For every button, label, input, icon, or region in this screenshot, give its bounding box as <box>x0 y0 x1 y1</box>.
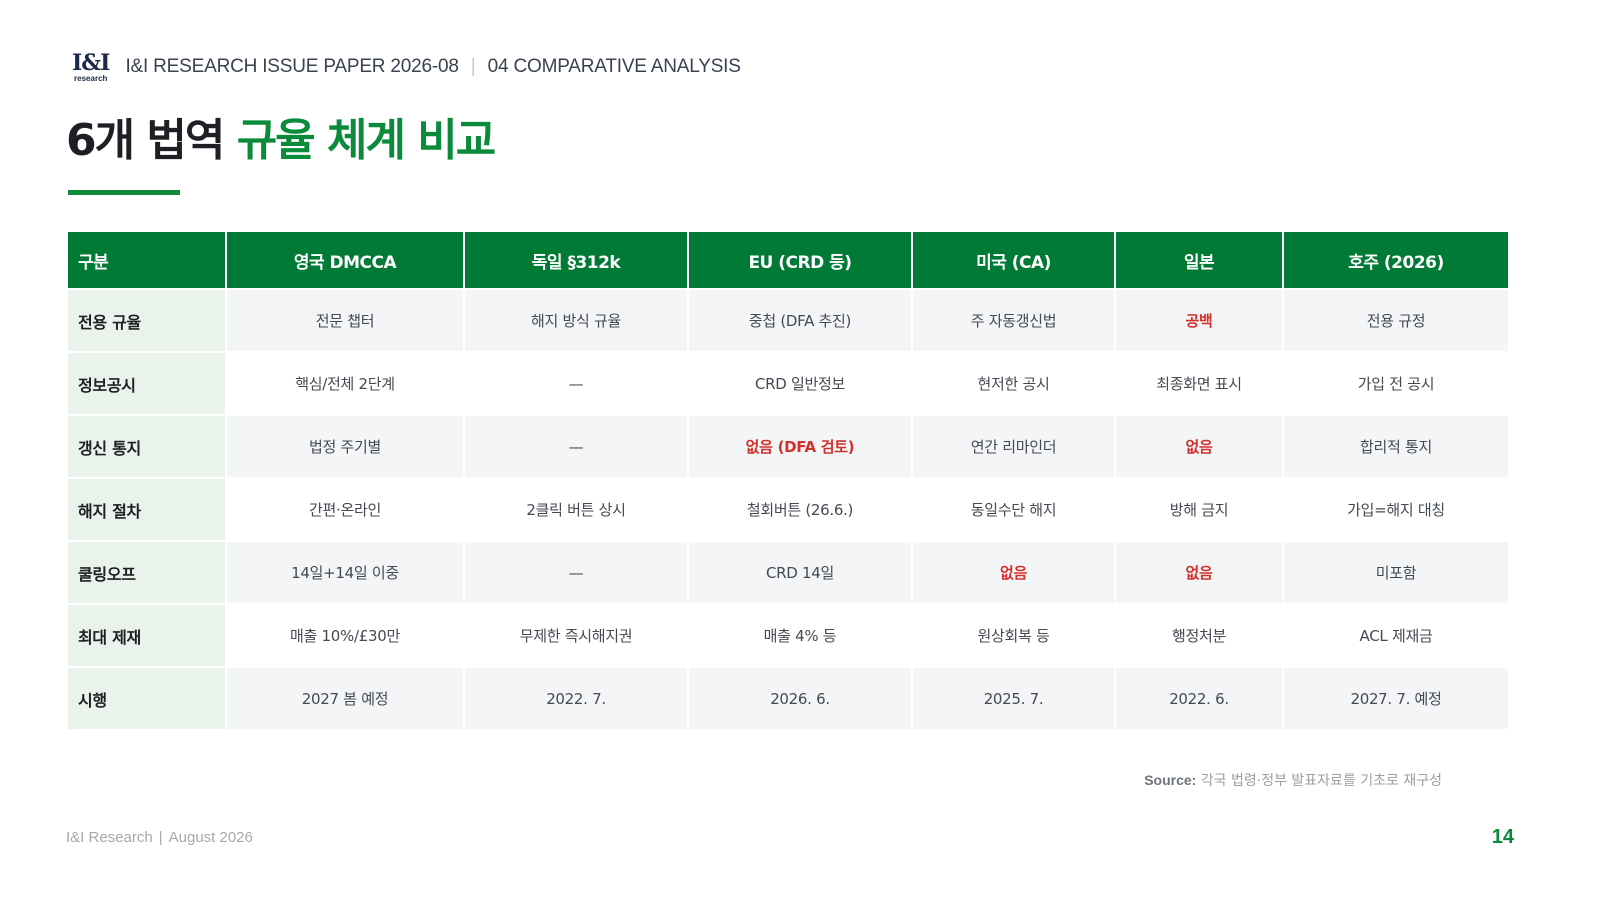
table-cell: 2027. 7. 예정 <box>1284 668 1508 729</box>
table-row: 쿨링오프 14일+14일 이중 — CRD 14일 없음 없음 미포함 <box>68 542 1508 603</box>
table-cell: 법정 주기별 <box>227 416 463 477</box>
table-cell: 2022. 7. <box>465 668 687 729</box>
table-cell: 14일+14일 이중 <box>227 542 463 603</box>
table-cell: CRD 일반정보 <box>689 353 911 414</box>
table-cell: 2클릭 버튼 상시 <box>465 479 687 540</box>
table-cell: 중첩 (DFA 추진) <box>689 290 911 351</box>
page-number: 14 <box>1491 826 1514 848</box>
table-cell: 합리적 통지 <box>1284 416 1508 477</box>
header-jurisdiction: 영국 DMCCA <box>227 232 463 288</box>
header-jurisdiction: 미국 (CA) <box>913 232 1114 288</box>
header-jurisdiction: 독일 §312k <box>465 232 687 288</box>
source-text: 각국 법령·정부 발표자료를 기초로 재구성 <box>1200 773 1442 789</box>
table-cell: 2026. 6. <box>689 668 911 729</box>
row-label: 갱신 통지 <box>68 416 225 477</box>
table-cell: 방해 금지 <box>1116 479 1282 540</box>
table-row: 시행 2027 봄 예정 2022. 7. 2026. 6. 2025. 7. 2022.… <box>68 668 1508 729</box>
table-cell: 연간 리마인더 <box>913 416 1114 477</box>
title-underline <box>68 190 180 195</box>
table-header-row: 구분 영국 DMCCA 독일 §312k EU (CRD 등) 미국 (CA) 일본 호주 … <box>68 232 1508 288</box>
table-cell: 2027 봄 예정 <box>227 668 463 729</box>
footer-divider: | <box>158 829 163 846</box>
row-label: 쿨링오프 <box>68 542 225 603</box>
table-row: 전용 규율 전문 챕터 해지 방식 규율 중첩 (DFA 추진) 주 자동갱신법 공백 전용… <box>68 290 1508 351</box>
paper-label: I&I RESEARCH ISSUE PAPER 2026-08 <box>125 56 459 77</box>
header-jurisdiction: EU (CRD 등) <box>689 232 911 288</box>
header-category: 구분 <box>68 232 225 288</box>
row-label: 최대 제재 <box>68 605 225 666</box>
table-row: 갱신 통지 법정 주기별 — 없음 (DFA 검토) 연간 리마인더 없음 합리적 통지 <box>68 416 1508 477</box>
table-cell: 동일수단 해지 <box>913 479 1114 540</box>
table-cell: 주 자동갱신법 <box>913 290 1114 351</box>
table-cell: 해지 방식 규율 <box>465 290 687 351</box>
table-cell: — <box>465 353 687 414</box>
table-cell: CRD 14일 <box>689 542 911 603</box>
table-cell: 매출 4% 등 <box>689 605 911 666</box>
row-label: 해지 절차 <box>68 479 225 540</box>
table-cell: 간편·온라인 <box>227 479 463 540</box>
title-dark-part: 6개 법역 <box>66 115 225 166</box>
table-cell: 전용 규정 <box>1284 290 1508 351</box>
logo-wordmark: I&I <box>72 49 110 76</box>
source-note: Source: 각국 법령·정부 발표자료를 기초로 재구성 <box>1144 770 1442 790</box>
table-cell: 가입 전 공시 <box>1284 353 1508 414</box>
source-label: Source: <box>1144 772 1197 788</box>
header-jurisdiction: 호주 (2026) <box>1284 232 1508 288</box>
section-label: 04 COMPARATIVE ANALYSIS <box>487 56 741 77</box>
table-cell: 핵심/전체 2단계 <box>227 353 463 414</box>
header-jurisdiction: 일본 <box>1116 232 1282 288</box>
header-divider: | <box>470 56 476 77</box>
table-cell: ACL 제재금 <box>1284 605 1508 666</box>
table-body: 전용 규율 전문 챕터 해지 방식 규율 중첩 (DFA 추진) 주 자동갱신법 공백 전용… <box>68 290 1508 729</box>
table-cell-alert: 없음 <box>1116 416 1282 477</box>
logo-subtitle: research <box>74 73 108 83</box>
row-label: 전용 규율 <box>68 290 225 351</box>
table-cell: 행정처분 <box>1116 605 1282 666</box>
table-cell: 무제한 즉시해지권 <box>465 605 687 666</box>
table-cell: 철회버튼 (26.6.) <box>689 479 911 540</box>
footer-org: I&I Research <box>66 829 153 846</box>
table-cell: 2025. 7. <box>913 668 1114 729</box>
footer-date: August 2026 <box>168 829 253 846</box>
table-cell-alert: 없음 <box>1116 542 1282 603</box>
table-cell: 최종화면 표시 <box>1116 353 1282 414</box>
table-cell: 가입=해지 대칭 <box>1284 479 1508 540</box>
table-cell: 현저한 공시 <box>913 353 1114 414</box>
table-cell: — <box>465 542 687 603</box>
title-green-part: 규율 체계 비교 <box>236 115 497 166</box>
comparison-table: 구분 영국 DMCCA 독일 §312k EU (CRD 등) 미국 (CA) 일본 호주 … <box>66 230 1510 731</box>
table-row: 최대 제재 매출 10%/£30만 무제한 즉시해지권 매출 4% 등 원상회복 등 행정… <box>68 605 1508 666</box>
table-cell: 2022. 6. <box>1116 668 1282 729</box>
page-header: I&I research I&I RESEARCH ISSUE PAPER 20… <box>72 50 741 84</box>
table-cell: 매출 10%/£30만 <box>227 605 463 666</box>
table-row: 해지 절차 간편·온라인 2클릭 버튼 상시 철회버튼 (26.6.) 동일수단 해지 방… <box>68 479 1508 540</box>
page-title: 6개 법역 규율 체계 비교 <box>66 104 497 168</box>
row-label: 시행 <box>68 668 225 729</box>
row-label: 정보공시 <box>68 353 225 414</box>
table-cell: 미포함 <box>1284 542 1508 603</box>
table-cell-alert: 공백 <box>1116 290 1282 351</box>
table-row: 정보공시 핵심/전체 2단계 — CRD 일반정보 현저한 공시 최종화면 표시 가입 전 … <box>68 353 1508 414</box>
table-cell: 전문 챕터 <box>227 290 463 351</box>
table-cell: 원상회복 등 <box>913 605 1114 666</box>
table-cell-alert: 없음 (DFA 검토) <box>689 416 911 477</box>
table-cell: — <box>465 416 687 477</box>
table-cell-alert: 없음 <box>913 542 1114 603</box>
brand-logo: I&I research <box>72 49 110 83</box>
footer-info: I&I Research | August 2026 <box>66 829 253 846</box>
